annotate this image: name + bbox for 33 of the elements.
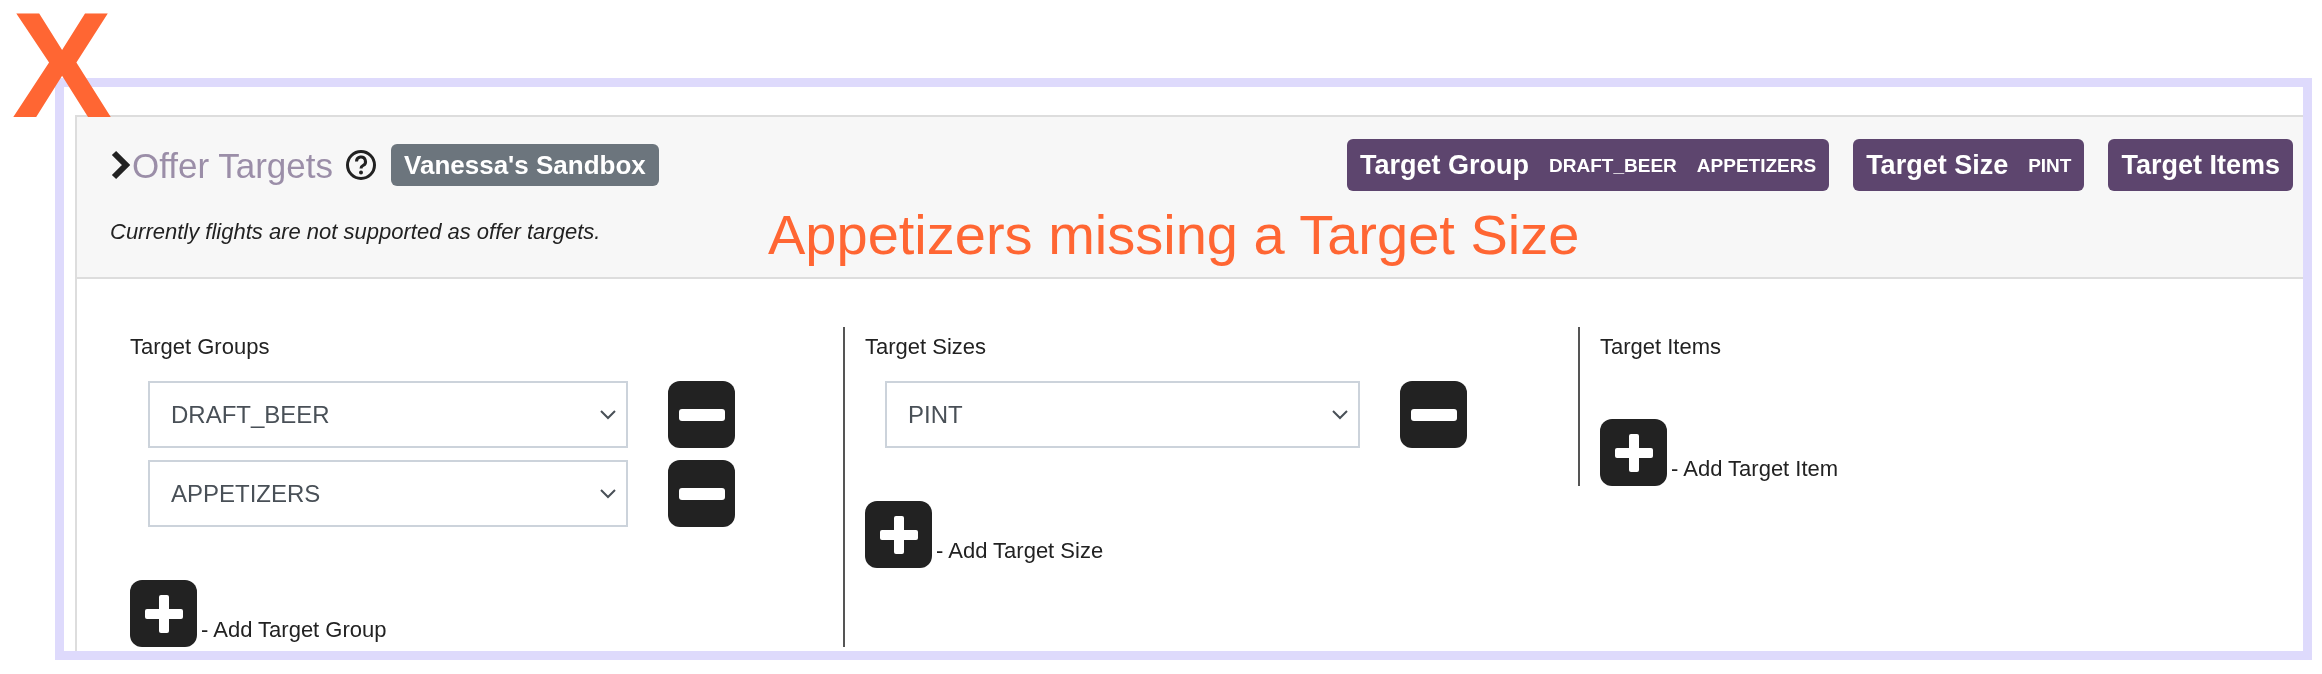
minus-icon <box>1410 408 1457 421</box>
panel-title: Offer Targets <box>132 147 334 183</box>
note: Currently flights are not supported as offer targets. <box>110 218 601 246</box>
sandbox-badge: Vanessa's Sandbox <box>391 144 659 186</box>
add-label: - Add Target Item <box>1671 458 1839 480</box>
dropdown[interactable]: PINT <box>885 381 1360 448</box>
add-button[interactable] <box>1600 419 1667 486</box>
add-label: - Add Target Group <box>201 619 387 641</box>
chevron-down-icon <box>600 409 616 420</box>
remove-button[interactable] <box>668 460 735 527</box>
dropdown[interactable]: APPETIZERS <box>148 460 628 527</box>
badge-label: Target Group <box>1360 151 1530 179</box>
section-label: Target Sizes <box>865 333 988 361</box>
annotation-mark: X <box>12 0 113 140</box>
badge-value: APPETIZERS <box>1696 155 1817 175</box>
section-label: Target Items <box>1600 333 1723 361</box>
section-label: Target Groups <box>130 333 271 361</box>
badge-label: Target Size <box>1866 151 2009 179</box>
add-button[interactable] <box>130 580 197 647</box>
badge-value: DRAFT_BEER <box>1549 155 1677 175</box>
remove-button[interactable] <box>1400 381 1467 448</box>
help-icon[interactable] <box>345 149 378 181</box>
chevron-down-icon <box>600 488 616 499</box>
badge-value: PINT <box>2028 155 2072 175</box>
minus-icon <box>678 487 725 500</box>
dropdown[interactable]: DRAFT_BEER <box>148 381 628 448</box>
remove-button[interactable] <box>668 381 735 448</box>
chevron-right-icon[interactable] <box>110 149 130 181</box>
add-label: - Add Target Size <box>936 540 1104 562</box>
add-button[interactable] <box>865 501 932 568</box>
badge-label: Target Items <box>2121 151 2280 179</box>
minus-icon <box>678 408 725 421</box>
chevron-down-icon <box>1332 409 1348 420</box>
